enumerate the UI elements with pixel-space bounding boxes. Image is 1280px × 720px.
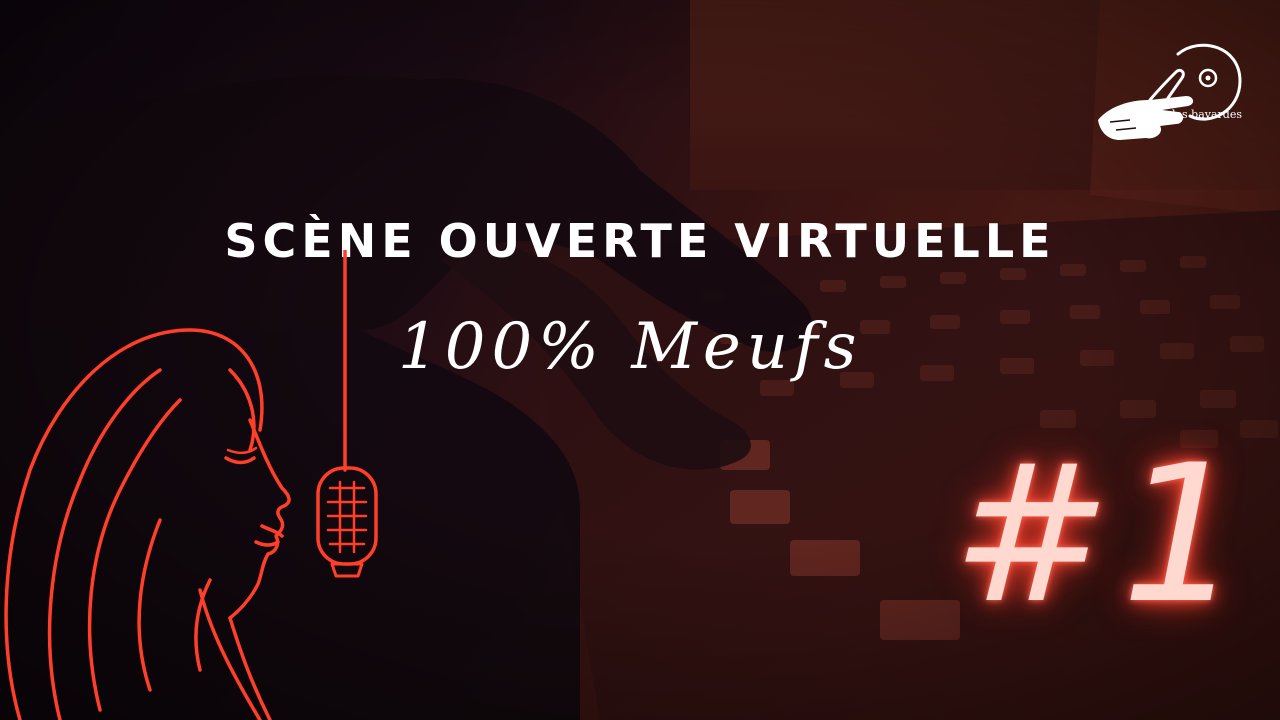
poster: les bavardes SCÈNE OUVERTE VIRTUELLE 100… [0,0,1280,720]
les-bavardes-logo: les bavardes [1098,43,1242,140]
face-profile-icon [228,418,291,620]
hair-outline-icon [4,328,264,720]
logo-label: les bavardes [1172,108,1242,121]
event-subtitle: 100% Meufs [398,310,862,384]
microphone-icon [316,466,378,578]
woman-singing-microphone-illustration [4,250,378,720]
event-subtitle-text: 100% Meufs [398,310,862,384]
episode-number: #1 [952,424,1253,645]
pointing-hand-icon [1098,68,1194,140]
